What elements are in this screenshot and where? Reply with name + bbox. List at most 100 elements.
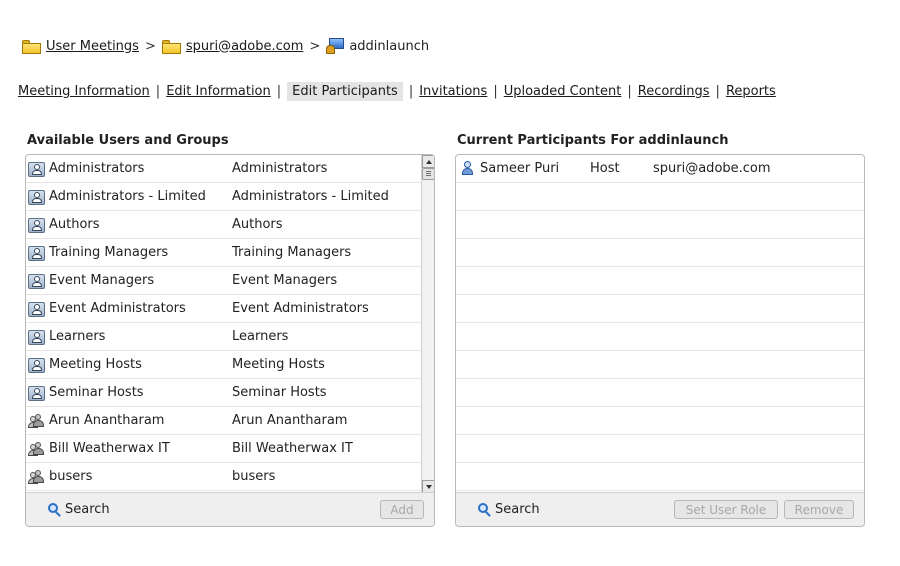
group-icon — [28, 329, 46, 345]
list-item-name: Arun Anantharam — [49, 413, 165, 428]
available-users-title: Available Users and Groups — [27, 133, 229, 148]
tab-edit-participants[interactable]: Edit Participants — [287, 81, 403, 101]
empty-row — [456, 211, 864, 239]
list-item[interactable]: Training Managers Training Managers — [26, 239, 421, 267]
users-icon — [28, 469, 46, 485]
list-item-info: Bill Weatherwax IT — [232, 441, 353, 456]
current-participants-list[interactable]: Sameer Puri Host spuri@adobe.com — [456, 155, 864, 493]
list-item[interactable]: Seminar Hosts Seminar Hosts — [26, 379, 421, 407]
list-item-info: Authors — [232, 217, 283, 232]
list-item-info: busers — [232, 469, 276, 484]
users-icon — [28, 441, 46, 457]
list-item-info: Event Administrators — [232, 301, 369, 316]
remove-button[interactable]: Remove — [784, 500, 854, 519]
host-user-icon — [459, 160, 477, 177]
breadcrumb-separator: > — [144, 38, 156, 54]
chevron-up-icon — [425, 159, 432, 164]
search-icon — [478, 502, 492, 517]
meeting-tabs: Meeting Information | Edit Information |… — [18, 80, 776, 102]
list-item-name: Event Administrators — [49, 301, 186, 316]
list-item-name: Training Managers — [49, 245, 169, 260]
scroll-thumb[interactable] — [422, 168, 434, 180]
empty-row — [456, 351, 864, 379]
tab-meeting-information[interactable]: Meeting Information — [18, 84, 150, 99]
users-icon — [28, 413, 46, 429]
chevron-down-icon — [425, 484, 432, 489]
empty-row — [456, 295, 864, 323]
list-item[interactable]: Learners Learners — [26, 323, 421, 351]
breadcrumb-link-user-meetings[interactable]: User Meetings — [46, 39, 139, 54]
list-item[interactable]: Authors Authors — [26, 211, 421, 239]
breadcrumb-current-meeting: addinlaunch — [349, 38, 430, 54]
group-icon — [28, 217, 46, 233]
list-item-info: Administrators — [232, 161, 328, 176]
list-item[interactable]: Event Managers Event Managers — [26, 267, 421, 295]
tab-recordings[interactable]: Recordings — [638, 84, 710, 99]
list-item-info: Learners — [232, 329, 289, 344]
available-users-list[interactable]: Administrators Administrators Administra… — [26, 155, 421, 493]
participant-role: Host — [590, 161, 620, 176]
list-item-info: Administrators - Limited — [232, 189, 389, 204]
tab-uploaded-content[interactable]: Uploaded Content — [504, 84, 622, 99]
empty-row — [456, 435, 864, 463]
list-item[interactable]: busers busers — [26, 463, 421, 491]
list-item-info: Event Managers — [232, 273, 338, 288]
tab-reports[interactable]: Reports — [726, 84, 776, 99]
list-item-name: Seminar Hosts — [49, 385, 144, 400]
list-item[interactable]: Bill Weatherwax IT Bill Weatherwax IT — [26, 435, 421, 463]
empty-row — [456, 239, 864, 267]
list-item-name: Learners — [49, 329, 106, 344]
current-search-link[interactable]: Search — [478, 502, 540, 517]
list-item[interactable]: Administrators Administrators — [26, 155, 421, 183]
group-icon — [28, 189, 46, 205]
tab-edit-information[interactable]: Edit Information — [166, 84, 271, 99]
available-search-link[interactable]: Search — [48, 502, 110, 517]
list-item-name: Event Managers — [49, 273, 155, 288]
empty-row — [456, 183, 864, 211]
tab-separator: | — [276, 83, 282, 99]
tab-invitations[interactable]: Invitations — [419, 84, 487, 99]
list-item[interactable]: Meeting Hosts Meeting Hosts — [26, 351, 421, 379]
available-search-label: Search — [65, 502, 110, 517]
breadcrumb-item-user-folder[interactable]: spuri@adobe.com — [161, 38, 304, 54]
search-icon — [48, 502, 62, 517]
list-item-info: Meeting Hosts — [232, 357, 325, 372]
available-users-scrollbar[interactable] — [421, 155, 434, 493]
folder-icon — [161, 38, 182, 54]
empty-row — [456, 463, 864, 491]
breadcrumb: User Meetings > spuri@adobe.com > addinl… — [22, 36, 429, 56]
folder-icon — [22, 38, 42, 54]
list-item[interactable]: Administrators - Limited Administrators … — [26, 183, 421, 211]
list-item-name: Administrators - Limited — [49, 189, 206, 204]
available-users-footer: Search Add — [26, 492, 434, 526]
breadcrumb-separator: > — [309, 38, 321, 54]
tab-separator: | — [715, 83, 720, 99]
set-user-role-button[interactable]: Set User Role — [674, 500, 778, 519]
group-icon — [28, 357, 46, 373]
list-item-name: busers — [49, 469, 93, 484]
tab-separator: | — [493, 83, 498, 99]
list-item-name: Administrators — [49, 161, 145, 176]
breadcrumb-item-meeting: addinlaunch — [326, 38, 429, 54]
add-button[interactable]: Add — [380, 500, 424, 519]
available-users-panel: Administrators Administrators Administra… — [25, 154, 435, 527]
tab-separator: | — [627, 83, 632, 99]
participant-row[interactable]: Sameer Puri Host spuri@adobe.com — [456, 155, 864, 183]
breadcrumb-link-user-folder[interactable]: spuri@adobe.com — [186, 39, 304, 54]
empty-row — [456, 267, 864, 295]
list-item-name: Bill Weatherwax IT — [49, 441, 170, 456]
empty-row — [456, 407, 864, 435]
list-item-name: Meeting Hosts — [49, 357, 142, 372]
participant-name: Sameer Puri — [480, 161, 560, 176]
scroll-up-button[interactable] — [422, 155, 434, 168]
group-icon — [28, 301, 46, 317]
list-item[interactable]: Arun Anantharam Arun Anantharam — [26, 407, 421, 435]
list-item-name: Authors — [49, 217, 100, 232]
meeting-icon — [326, 38, 345, 54]
current-participants-panel: Sameer Puri Host spuri@adobe.com Search … — [455, 154, 865, 527]
list-item-info: Seminar Hosts — [232, 385, 327, 400]
group-icon — [28, 273, 46, 289]
list-item[interactable]: Event Administrators Event Administrator… — [26, 295, 421, 323]
tab-separator: | — [155, 83, 161, 99]
breadcrumb-item-user-meetings[interactable]: User Meetings — [22, 38, 139, 54]
